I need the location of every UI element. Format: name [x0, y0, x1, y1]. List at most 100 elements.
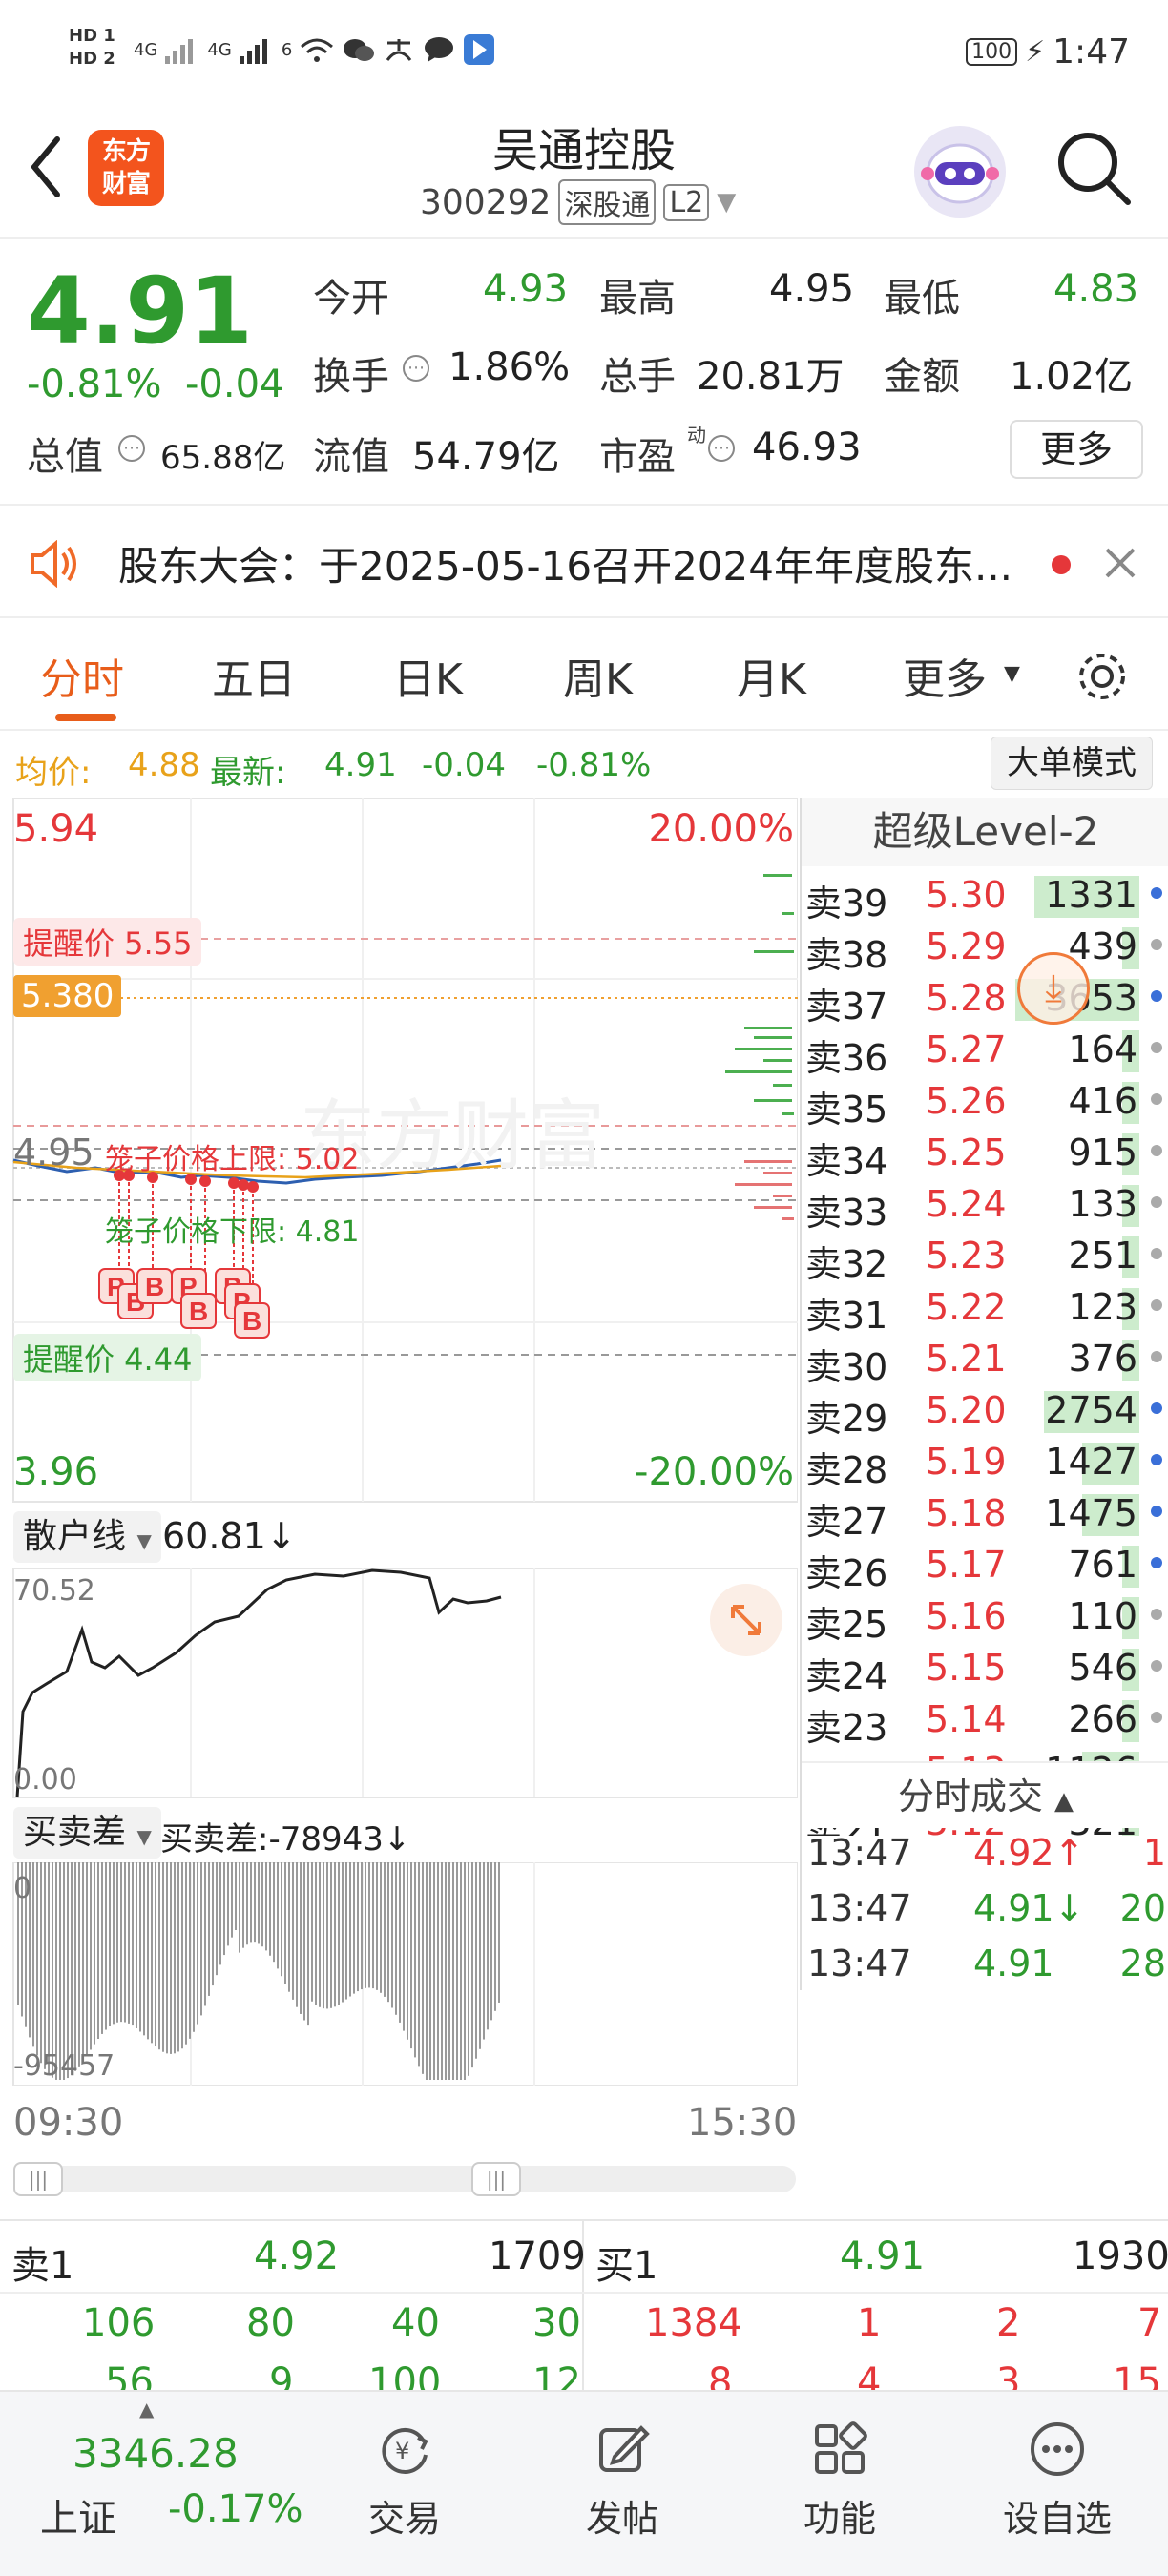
order-book-row[interactable]: 卖36 5.27 164	[802, 1025, 1168, 1079]
order-book-row[interactable]: 卖27 5.18 1475	[802, 1488, 1168, 1543]
spread-bar	[395, 1862, 397, 2015]
spread-bar	[177, 1862, 179, 2052]
spread-bar	[410, 1862, 412, 2049]
turnover-value: 1.86%	[448, 345, 571, 389]
row-label: 卖25	[805, 1604, 888, 1646]
trades-header[interactable]: 分时成交 ▲	[802, 1761, 1168, 1828]
scroller-right-handle[interactable]: |||	[471, 2162, 521, 2196]
time-range-scroller[interactable]: ||| |||	[13, 2162, 796, 2196]
row-dot	[1151, 1351, 1162, 1362]
order-book-row[interactable]: 卖34 5.25 915	[802, 1128, 1168, 1182]
buy1-volume: 1930	[1073, 2234, 1168, 2278]
bid-ask-strip[interactable]: 卖1 4.92 1709 买1 4.91 1930 106 80 40 30 1…	[0, 2221, 1168, 2404]
svg-text:B: B	[145, 1272, 164, 1301]
mktcap-info-icon[interactable]: ⋯	[118, 435, 145, 462]
download-float-icon[interactable]: ⤓	[1017, 952, 1090, 1025]
retail-top-label: 70.52	[13, 1574, 95, 1608]
y-top-label: 5.94	[13, 807, 99, 851]
row-price: 5.19	[926, 1441, 1007, 1483]
spread-bar	[147, 1862, 149, 2040]
order-book-row[interactable]: 卖25 5.16 110	[802, 1591, 1168, 1646]
order-book-row[interactable]: 卖39 5.30 1331	[802, 870, 1168, 924]
order-book-row[interactable]: 卖26 5.17 761	[802, 1540, 1168, 1594]
cage-upper-label: 笼子价格上限: 5.02	[105, 1143, 360, 1176]
nav-trade[interactable]: ¥ 交易	[328, 2420, 481, 2542]
turnover-info-icon[interactable]: ⋯	[403, 355, 429, 382]
alert-price-low[interactable]: 提醒价 4.44	[13, 1334, 202, 1381]
spread-bar	[189, 1862, 191, 2039]
spread-bar	[471, 1862, 473, 2068]
spread-bar	[399, 1862, 401, 2023]
spread-bar	[193, 1862, 195, 2032]
order-book-row[interactable]: 卖32 5.23 251	[802, 1231, 1168, 1285]
avg-value: 4.88	[128, 746, 200, 784]
order-book-row[interactable]: 卖38 5.29 439	[802, 922, 1168, 976]
spread-bar	[429, 1862, 431, 2080]
row-label: 卖26	[805, 1552, 888, 1594]
spread-bar	[437, 1862, 439, 2080]
alert-price-high[interactable]: 提醒价 5.55	[13, 918, 202, 966]
order-book-row[interactable]: 卖33 5.24 133	[802, 1179, 1168, 1234]
status-right: 100 ⚡ 1:47	[966, 32, 1130, 72]
open-label: 今开	[313, 277, 389, 321]
order-book-row[interactable]: 卖31 5.22 123	[802, 1282, 1168, 1337]
notice-bar[interactable]: 股东大会：于2025-05-16召开2024年年度股东...	[0, 506, 1168, 618]
expand-icon[interactable]	[710, 1584, 782, 1656]
close-icon[interactable]	[1103, 546, 1137, 580]
tab-more[interactable]: 更多	[903, 645, 987, 706]
turnover-label: 换手	[313, 355, 389, 399]
robot-assistant-icon[interactable]	[914, 126, 1006, 218]
open-value: 4.93	[483, 267, 569, 311]
level2-title[interactable]: 超级Level-2	[802, 798, 1168, 866]
order-book-row[interactable]: 卖30 5.21 376	[802, 1334, 1168, 1388]
tab-intraday[interactable]: 分时	[40, 645, 124, 706]
spread-bar	[82, 1862, 84, 2062]
order-book-row[interactable]: 卖23 5.14 266	[802, 1694, 1168, 1749]
retail-line-panel[interactable]: 散户线 ▼ 60.81↓ 70.52 0.00	[0, 1504, 798, 1799]
pe-info-icon[interactable]: ⋯	[708, 435, 735, 462]
big-order-mode-button[interactable]: 大单模式	[991, 737, 1153, 790]
trade-row: 13:47 4.92↑ 1	[802, 1828, 1168, 1880]
spread-indicator-select[interactable]: 买卖差 ▼	[13, 1807, 161, 1859]
spread-bar	[326, 1862, 328, 2009]
index-ticker[interactable]: ▲ 3346.28 上证 -0.17%	[0, 2392, 305, 2576]
order-book-row[interactable]: 卖24 5.15 546	[802, 1643, 1168, 1697]
stock-code: 300292	[420, 182, 552, 222]
order-book-row[interactable]: 卖37 5.28 3653	[802, 973, 1168, 1028]
stock-code-row[interactable]: 300292 深股通 L2 ▼	[420, 179, 736, 225]
tab-daily-k[interactable]: 日K	[393, 645, 463, 706]
row-price: 5.30	[926, 874, 1007, 916]
spread-caret-icon: ▼	[136, 1825, 152, 1848]
row-volume: 123	[1068, 1286, 1137, 1328]
spread-bar	[345, 1862, 347, 2000]
nav-post[interactable]: 发帖	[546, 2420, 699, 2542]
pe-dynamic-mark: 动	[687, 424, 706, 447]
spread-bar	[361, 1862, 363, 1990]
nav-functions[interactable]: 功能	[763, 2420, 916, 2542]
tab-weekly-k[interactable]: 周K	[563, 645, 633, 706]
order-book-depth[interactable]: 卖39 5.30 1331 卖38 5.29 439 卖37 5.28 3653 卖36 5.27 1…	[802, 870, 1168, 1836]
order-book-row[interactable]: 卖28 5.19 1427	[802, 1437, 1168, 1491]
tab-monthly-k[interactable]: 月K	[737, 645, 806, 706]
spread-panel[interactable]: 买卖差 ▼ 买卖差:-78943↓ 0 -95457	[0, 1799, 798, 2086]
search-icon[interactable]	[1053, 128, 1134, 208]
spread-bar	[185, 1862, 187, 2045]
row-label: 卖34	[805, 1140, 888, 1182]
retail-indicator-select[interactable]: 散户线 ▼	[13, 1511, 161, 1563]
spread-bar	[445, 1862, 447, 2080]
spread-bar	[239, 1862, 240, 1953]
order-book-row[interactable]: 卖29 5.20 2754	[802, 1385, 1168, 1440]
more-button[interactable]: 更多	[1010, 420, 1143, 479]
order-book-row[interactable]: 卖35 5.26 416	[802, 1076, 1168, 1131]
nav-add-watchlist[interactable]: 设自选	[981, 2420, 1134, 2542]
row-label: 卖38	[805, 934, 888, 976]
avg-label: 均价:	[15, 754, 92, 792]
scroller-left-handle[interactable]: |||	[13, 2162, 63, 2196]
row-dot	[1151, 939, 1162, 950]
row-dot	[1151, 1712, 1162, 1723]
tab-five-day[interactable]: 五日	[212, 645, 296, 706]
time-start-label: 09:30	[13, 2101, 124, 2145]
trade-price: 4.92↑	[973, 1832, 1085, 1874]
settings-gear-icon[interactable]	[1073, 647, 1132, 706]
intraday-chart[interactable]: P B B P B P P B 东方财富 5.94 20.00% 提醒价 5.5…	[0, 798, 798, 1504]
